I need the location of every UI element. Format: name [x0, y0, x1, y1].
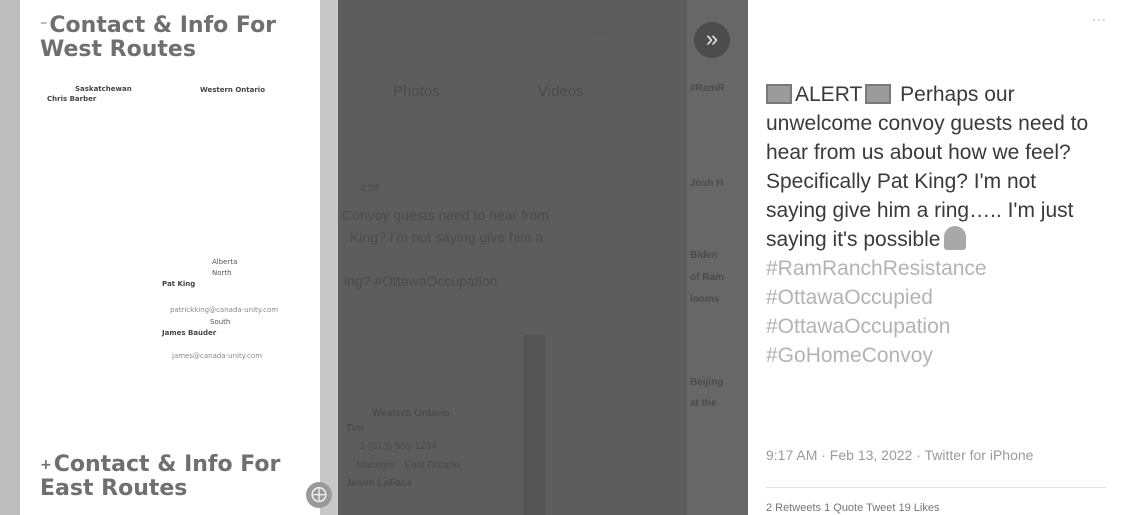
trend-item-2[interactable]: Josh H [690, 178, 723, 189]
row-name: Jason LaFace [346, 478, 413, 489]
divider [766, 487, 1106, 488]
james-bauder-name: James Bauder [162, 329, 217, 337]
western-ontario-echo: Western Ontario [372, 408, 450, 419]
row-label: Tim [346, 423, 364, 434]
tab-photos[interactable]: Photos [393, 83, 440, 100]
snippet-line-1: Convoy guests need to hear from [342, 207, 550, 223]
more-options-icon[interactable]: ··· [593, 24, 607, 40]
east-heading-line2: East Routes [40, 476, 188, 501]
east-heading-line1: Contact & Info For [53, 452, 281, 477]
james-email[interactable]: james@canada-unity.com [172, 352, 262, 360]
row-phone: 1 (613) 555-1234 [360, 441, 437, 452]
document-page [20, 0, 320, 515]
dimmed-timeline-panel: ··· Photos Videos 4:08 Convoy guests nee… [338, 0, 748, 515]
row-region: Manager · East Ontario [356, 460, 460, 471]
west-heading-line1: Contact & Info For [49, 13, 277, 38]
western-ontario-label: Western Ontario [200, 86, 266, 94]
hashtag-link[interactable]: #RamRanchResistance [766, 254, 1101, 283]
hashtag-link[interactable]: #OttawaOccupied [766, 283, 1101, 312]
south-label: South [210, 318, 231, 326]
tab-videos[interactable]: Videos [538, 83, 584, 100]
contact-info-document: ⁻Contact & Info For West Routes Saskatch… [0, 0, 338, 515]
chris-barber-name: Chris Barber [47, 95, 97, 103]
saskatchewan-label: Saskatchewan [75, 85, 132, 93]
expand-sign: + [40, 457, 52, 473]
north-label: North [212, 269, 232, 277]
tweet-more-icon[interactable]: ··· [1092, 12, 1107, 26]
snippet-line-3: ing? #OttawaOccupation [344, 273, 498, 289]
tweet-detail: ··· ALERT Perhaps our unwelcome convoy g… [748, 0, 1123, 515]
alert-siren-icon [865, 84, 892, 104]
trend-item-7: at the [690, 398, 717, 409]
trend-item-3[interactable]: Biden [690, 250, 718, 261]
close-circle-icon[interactable]: ⨁ [306, 482, 332, 508]
trend-item-1[interactable]: #RamR [690, 83, 724, 94]
tweet-time: 4:08 [360, 183, 380, 194]
tweet-main-text: Perhaps our unwelcome convoy guests need… [766, 83, 1089, 251]
west-heading-line2: West Routes [40, 37, 196, 62]
trend-item-5: looms [690, 294, 720, 305]
tweet-engagement-stats[interactable]: 2 Retweets 1 Quote Tweet 19 Likes [766, 502, 939, 514]
east-routes-heading[interactable]: +Contact & Info For East Routes [40, 453, 300, 501]
pat-king-email[interactable]: patrickking@canada-unity.com [170, 306, 278, 314]
tweet-timestamp[interactable]: 9:17 AM · Feb 13, 2022 · Twitter for iPh… [766, 447, 1033, 463]
double-chevron-right-icon[interactable]: » [694, 22, 730, 58]
tweet-text: ALERT Perhaps our unwelcome convoy guest… [766, 80, 1101, 370]
trend-item-6[interactable]: Beijing [690, 377, 723, 388]
alberta-label: Alberta [212, 258, 238, 266]
right-edge-strip [320, 0, 338, 515]
ghost-icon [944, 226, 967, 250]
hashtag-link[interactable]: #OttawaOccupation [766, 312, 1101, 341]
alert-siren-icon [766, 84, 792, 104]
hashtag-link[interactable]: #GoHomeConvoy [766, 341, 1101, 370]
alert-word: ALERT [795, 83, 863, 106]
document-scroll-strip [523, 335, 545, 515]
west-routes-heading[interactable]: ⁻Contact & Info For West Routes [40, 14, 300, 62]
collapse-sign: ⁻ [40, 18, 48, 34]
trend-item-4: of Ram [690, 272, 724, 283]
snippet-line-2: King? I'm not saying give him a [350, 229, 544, 245]
pat-king-name: Pat King [162, 280, 196, 288]
left-edge-strip [0, 0, 20, 515]
